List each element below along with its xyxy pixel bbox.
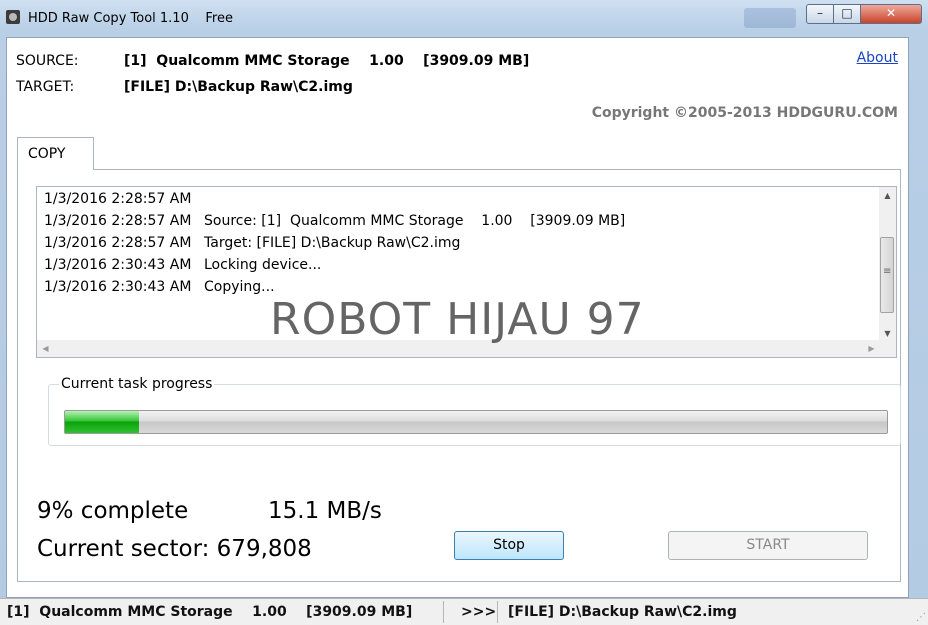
stop-button[interactable]: Stop	[454, 531, 564, 560]
start-button[interactable]: START	[668, 531, 868, 560]
source-label: SOURCE:	[16, 53, 79, 69]
status-separator	[443, 601, 444, 623]
scroll-left-arrow-icon[interactable]: ◀	[37, 340, 54, 357]
log-message: Copying...	[204, 279, 275, 295]
log-message: Locking device...	[204, 257, 322, 273]
log-line: 1/3/2016 2:28:57 AM Target: [FILE] D:\Bac…	[44, 235, 625, 257]
scroll-thumb[interactable]	[880, 237, 894, 313]
scroll-up-arrow-icon[interactable]: ▲	[879, 187, 896, 204]
target-value: [FILE] D:\Backup Raw\C2.img	[124, 79, 353, 95]
log-lines: 1/3/2016 2:28:57 AM 1/3/2016 2:28:57 AM S…	[44, 191, 625, 301]
current-sector: Current sector: 679,808	[37, 536, 312, 562]
resize-grip-icon[interactable]: ⋰	[916, 612, 926, 623]
status-arrow: >>>	[461, 604, 497, 620]
scrollbar-corner	[879, 340, 896, 357]
watermark-text: ROBOT HIJAU 97	[270, 294, 645, 345]
progress-bar	[64, 410, 888, 434]
source-value: [1] Qualcomm MMC Storage 1.00 [3909.09 M…	[124, 53, 530, 69]
status-bar: [1] Qualcomm MMC Storage 1.00 [3909.09 M…	[0, 598, 928, 625]
log-time: 1/3/2016 2:28:57 AM	[44, 213, 192, 229]
progress-group-label: Current task progress	[59, 376, 215, 392]
title-bar-glare	[744, 8, 796, 28]
maximize-button[interactable]: □	[833, 4, 861, 24]
log-time: 1/3/2016 2:28:57 AM	[44, 235, 192, 251]
log-message: Source: [1] Qualcomm MMC Storage 1.00 [3…	[204, 213, 626, 229]
close-button[interactable]: ✕	[860, 4, 922, 24]
status-source: [1] Qualcomm MMC Storage 1.00 [3909.09 M…	[7, 604, 413, 620]
app-window: HDD Raw Copy Tool 1.10 Free – □ ✕ SOURCE…	[0, 0, 928, 625]
progress-group: Current task progress	[48, 376, 901, 446]
app-icon	[6, 10, 20, 24]
minimize-button[interactable]: –	[806, 4, 834, 24]
log-vertical-scrollbar[interactable]: ▲ ▼	[879, 187, 896, 342]
log-line: 1/3/2016 2:28:57 AM Source: [1] Qualcomm …	[44, 213, 625, 235]
about-link[interactable]: About	[857, 50, 898, 66]
log-line: 1/3/2016 2:30:43 AM Locking device...	[44, 257, 625, 279]
copyright-text: Copyright ©2005-2013 HDDGURU.COM	[591, 105, 898, 121]
percent-complete: 9% complete	[37, 498, 189, 524]
transfer-speed: 15.1 MB/s	[268, 498, 382, 524]
window-title: HDD Raw Copy Tool 1.10 Free	[28, 11, 233, 26]
log-time: 1/3/2016 2:28:57 AM	[44, 191, 192, 207]
log-message: Target: [FILE] D:\Backup Raw\C2.img	[204, 235, 461, 251]
title-bar[interactable]: HDD Raw Copy Tool 1.10 Free – □ ✕	[0, 0, 928, 36]
progress-bar-fill	[65, 411, 139, 433]
tab-copy-label: COPY	[28, 146, 66, 162]
log-time: 1/3/2016 2:30:43 AM	[44, 257, 192, 273]
status-target: [FILE] D:\Backup Raw\C2.img	[508, 604, 737, 620]
log-line: 1/3/2016 2:28:57 AM	[44, 191, 625, 213]
target-label: TARGET:	[16, 79, 75, 95]
status-separator	[497, 601, 498, 623]
tab-copy[interactable]: COPY	[17, 137, 94, 170]
log-time: 1/3/2016 2:30:43 AM	[44, 279, 192, 295]
scroll-right-arrow-icon[interactable]: ▶	[863, 340, 880, 357]
